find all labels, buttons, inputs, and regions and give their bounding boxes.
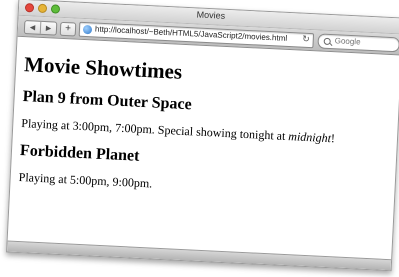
showtimes-emphasis: midnight bbox=[288, 129, 332, 146]
status-bar bbox=[7, 240, 392, 271]
search-icon[interactable] bbox=[323, 37, 331, 46]
add-bookmark-button[interactable]: + bbox=[59, 21, 77, 37]
url-text[interactable]: http://localhost/~Beth/HTML5/JavaScript2… bbox=[95, 25, 298, 44]
search-input[interactable] bbox=[334, 36, 395, 49]
globe-icon bbox=[82, 24, 93, 35]
page-title: Movie Showtimes bbox=[23, 52, 183, 84]
back-button[interactable]: ◀ bbox=[25, 21, 41, 34]
showtimes-trailing: ! bbox=[330, 131, 336, 146]
showtimes-text: Playing at 3:00pm, 7:00pm. Special showi… bbox=[21, 116, 289, 144]
navigation-buttons: ◀ ▶ bbox=[23, 20, 58, 36]
reload-icon[interactable]: ↻ bbox=[302, 34, 310, 45]
browser-window: Movies ◀ ▶ + http://localhost/~Beth/HTML… bbox=[6, 0, 399, 272]
page-content: Movie Showtimes Plan 9 from Outer Space … bbox=[10, 52, 399, 203]
forward-button[interactable]: ▶ bbox=[39, 21, 57, 35]
search-box[interactable] bbox=[317, 33, 399, 53]
